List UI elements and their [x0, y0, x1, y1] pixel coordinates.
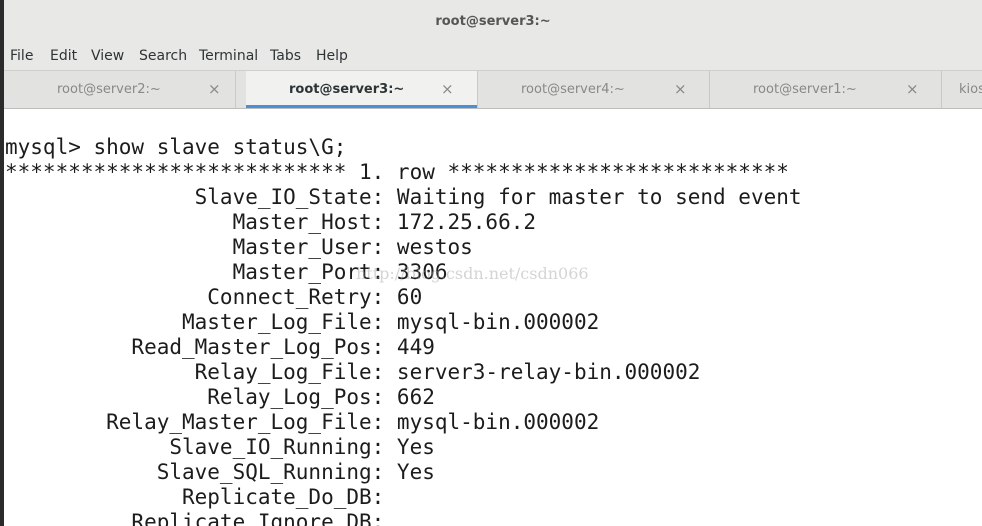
tab-label: root@server1:~: [753, 82, 857, 97]
menu-tabs[interactable]: Tabs: [270, 48, 301, 64]
terminal-output[interactable]: mysql> show slave status\G; ************…: [4, 109, 982, 526]
close-icon[interactable]: ×: [906, 80, 919, 98]
terminal-line: *************************** 1. row *****…: [5, 160, 789, 184]
terminal-line: Master_Host: 172.25.66.2: [5, 210, 537, 234]
terminal-line: Master_User: westos: [5, 235, 473, 259]
watermark: http://blog.csdn.net/csdn066: [356, 264, 589, 283]
menu-edit[interactable]: Edit: [50, 48, 77, 64]
tab-kios[interactable]: kios: [942, 71, 982, 108]
terminal-line: Replicate_Ignore_DB:: [5, 510, 385, 526]
menu-file[interactable]: File: [10, 48, 33, 64]
menu-terminal[interactable]: Terminal: [199, 48, 258, 64]
close-icon[interactable]: ×: [674, 80, 687, 98]
terminal-window: root@server3:~ File Edit View Search Ter…: [0, 0, 982, 526]
menu-search[interactable]: Search: [139, 48, 187, 64]
tab-bar: root@server2:~ × root@server3:~ × root@s…: [4, 71, 982, 109]
terminal-line: Replicate_Do_DB:: [5, 485, 385, 509]
menu-bar: File Edit View Search Terminal Tabs Help: [4, 44, 982, 71]
menu-help[interactable]: Help: [316, 48, 348, 64]
tab-server3[interactable]: root@server3:~ ×: [246, 71, 478, 108]
tab-server1[interactable]: root@server1:~ ×: [710, 71, 942, 108]
tab-server2[interactable]: root@server2:~ ×: [4, 71, 236, 108]
tab-server4[interactable]: root@server4:~ ×: [478, 71, 710, 108]
tab-label: root@server3:~: [289, 82, 405, 97]
terminal-line: Slave_IO_Running: Yes: [5, 435, 435, 459]
terminal-line: Relay_Master_Log_File: mysql-bin.000002: [5, 410, 600, 434]
terminal-line: Relay_Log_File: server3-relay-bin.000002: [5, 360, 701, 384]
terminal-line: Relay_Log_Pos: 662: [5, 385, 435, 409]
terminal-line: Master_Log_File: mysql-bin.000002: [5, 310, 600, 334]
active-tab-indicator: [246, 105, 477, 108]
title-bar[interactable]: root@server3:~: [4, 0, 982, 44]
window-title: root@server3:~: [435, 14, 551, 29]
tab-label: kios: [959, 82, 982, 97]
tab-label: root@server4:~: [521, 82, 625, 97]
terminal-line: Slave_IO_State: Waiting for master to se…: [5, 185, 802, 209]
terminal-line: mysql> show slave status\G;: [5, 135, 347, 159]
terminal-line: Connect_Retry: 60: [5, 285, 423, 309]
close-icon[interactable]: ×: [208, 80, 221, 98]
terminal-line: Slave_SQL_Running: Yes: [5, 460, 435, 484]
tab-label: root@server2:~: [57, 82, 161, 97]
close-icon[interactable]: ×: [441, 80, 454, 98]
terminal-line: Read_Master_Log_Pos: 449: [5, 335, 435, 359]
menu-view[interactable]: View: [91, 48, 124, 64]
